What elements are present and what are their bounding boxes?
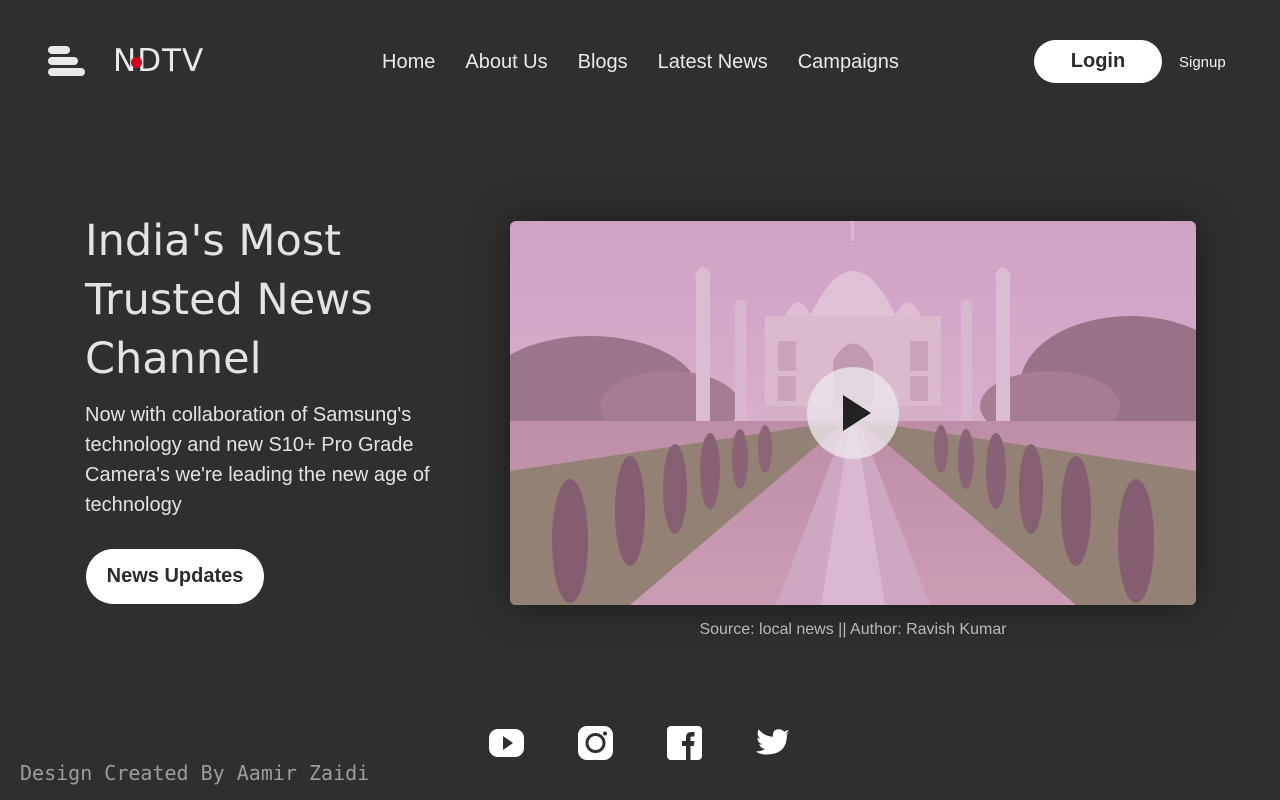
nav-blogs[interactable]: Blogs (578, 49, 628, 75)
login-button[interactable]: Login (1034, 40, 1162, 83)
hero-description: Now with collaboration of Samsung's tech… (85, 404, 430, 516)
video-player[interactable] (510, 221, 1196, 605)
page: NDTV Home About Us Blogs Latest News Cam… (0, 0, 1280, 800)
signup-link[interactable]: Signup (1179, 54, 1226, 72)
nav-about-us[interactable]: About Us (465, 49, 547, 75)
nav-campaigns[interactable]: Campaigns (798, 49, 899, 75)
video-caption: Source: local news || Author: Ravish Kum… (699, 621, 1007, 638)
nav-home[interactable]: Home (382, 49, 435, 75)
facebook-icon[interactable] (667, 726, 702, 760)
news-updates-button[interactable]: News Updates (86, 549, 264, 604)
hero-title: India's Most Trusted News Channel (85, 216, 373, 384)
hamburger-menu-icon[interactable] (48, 46, 86, 76)
main-nav: Home About Us Blogs Latest News Campaign… (382, 49, 929, 75)
play-button-icon[interactable] (807, 367, 899, 459)
twitter-icon[interactable] (756, 726, 791, 760)
social-links (489, 726, 791, 760)
instagram-icon[interactable] (578, 726, 613, 760)
footer-credit: Design Created By Aamir Zaidi (20, 761, 370, 785)
youtube-icon[interactable] (489, 726, 524, 760)
nav-latest-news[interactable]: Latest News (658, 49, 768, 75)
logo-red-dot (131, 57, 142, 68)
logo[interactable]: NDTV (113, 44, 204, 78)
